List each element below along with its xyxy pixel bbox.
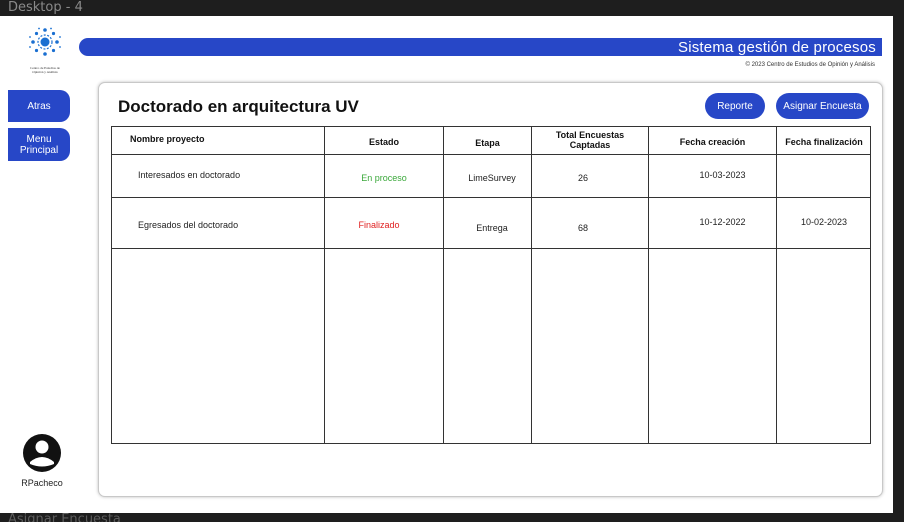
main-menu-label: Menu Principal [19,133,59,156]
username: RPacheco [21,478,63,488]
grid-line [112,154,870,155]
row-fecha-creacion: 10-03-2023 [699,170,746,180]
projects-table: Nombre proyecto Estado Etapa Total Encue… [111,126,871,444]
status-badge: En proceso [361,173,407,183]
back-button[interactable]: Atras [8,90,70,122]
project-card: Doctorado en arquitectura UV Reporte Asi… [98,82,883,497]
row-nombre: Egresados del doctorado [138,220,239,230]
assign-survey-button[interactable]: Asignar Encuesta [776,93,869,119]
report-button[interactable]: Reporte [705,93,765,119]
user-avatar-icon[interactable] [22,433,62,473]
column-header-fecha-creacion: Fecha creación [679,137,746,147]
grid-line [112,197,870,198]
row-etapa: LimeSurvey [468,173,516,183]
column-header-fecha-finalizacion: Fecha finalización [785,137,863,147]
status-badge: Finalizado [358,220,400,230]
page-title: Doctorado en arquitectura UV [118,97,359,116]
column-header-etapa: Etapa [475,138,500,148]
row-nombre: Interesados en doctorado [138,170,241,180]
copyright-text: © 2023 Centro de Estudios de Opinión y A… [745,62,876,68]
logo: Centro de Estudios de Opinión y Análisis [26,26,64,74]
desktop-frame: Centro de Estudios de Opinión y Análisis… [0,16,893,513]
row-etapa: Entrega [476,223,508,233]
main-menu-button[interactable]: Menu Principal [8,128,70,161]
app-title: Sistema gestión de procesos [677,39,876,56]
row-total: 26 [577,173,588,183]
logo-text: Centro de Estudios de Opinión y Análisis [30,66,60,74]
logo-icon [29,27,61,56]
row-total: 68 [577,223,588,233]
row-fecha-finalizacion: 10-02-2023 [800,217,848,227]
row-fecha-creacion: 10-12-2022 [699,217,746,227]
column-header-estado: Estado [368,137,399,147]
next-frame-label: Asignar Encuesta [8,512,121,522]
column-header-nombre: Nombre proyecto [130,134,205,144]
frame-label: Desktop - 4 [8,0,83,15]
grid-line [112,248,870,249]
column-header-total: Total Encuestas Captadas [555,130,625,150]
